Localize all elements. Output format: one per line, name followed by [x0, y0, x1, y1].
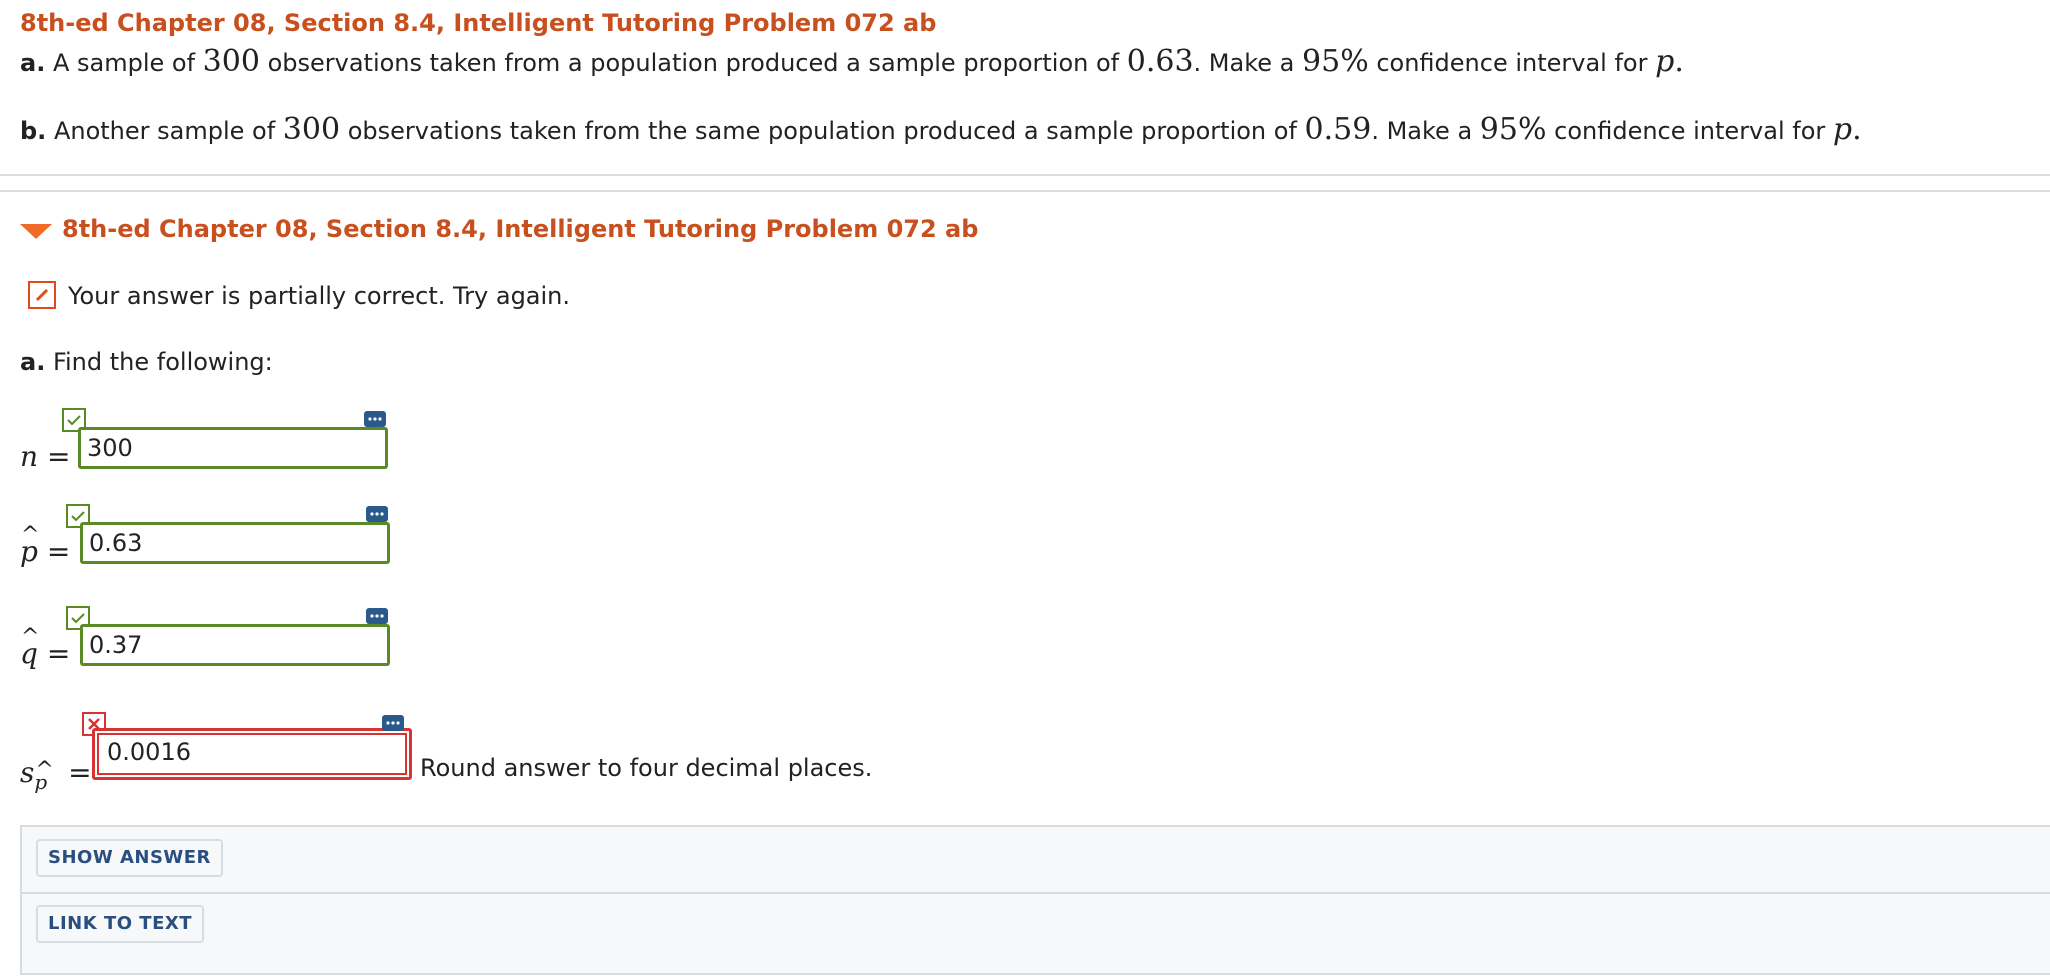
s-p-hat-label: sp =	[20, 756, 92, 794]
question-b-confidence: 95%	[1479, 112, 1547, 147]
question-a-n: 300	[202, 44, 260, 79]
equals-sign: =	[68, 756, 92, 789]
question-a-confidence: 95%	[1302, 44, 1369, 79]
n-input[interactable]: 300	[78, 427, 388, 469]
question-b-text: observations taken from the same populat…	[347, 117, 1297, 145]
p-hat-input[interactable]: 0.63	[80, 522, 390, 564]
collapse-triangle-icon[interactable]	[20, 224, 52, 239]
comment-bubble-icon[interactable]	[366, 608, 388, 624]
s-p-hat-input[interactable]: 0.0016	[92, 728, 412, 780]
question-a-text: observations taken from a population pro…	[267, 49, 1120, 77]
n-variable: n	[20, 440, 39, 473]
q-hat-input[interactable]: 0.37	[80, 624, 390, 666]
question-b-label: b.	[20, 117, 47, 145]
equals-sign: =	[46, 535, 71, 568]
p-hat-variable: p	[20, 523, 39, 568]
q-hat-variable: q	[20, 625, 39, 670]
question-b-p: 0.59	[1304, 112, 1372, 147]
question-a-text: confidence interval for	[1376, 49, 1648, 77]
help-panel: SHOW ANSWER LINK TO TEXT	[20, 825, 2050, 975]
question-b-text: Another sample of	[53, 117, 276, 145]
part-a-label: a.	[20, 348, 46, 376]
equals-sign: =	[46, 440, 71, 473]
section-title[interactable]: 8th-ed Chapter 08, Section 8.4, Intellig…	[62, 215, 978, 243]
question-b-period: .	[1852, 112, 1862, 147]
part-a-prompt: a. Find the following:	[20, 348, 273, 376]
question-b-var: p	[1832, 112, 1853, 147]
question-a-var: p	[1655, 44, 1675, 79]
s-variable: s	[20, 756, 35, 789]
question-a-text: A sample of	[52, 49, 196, 77]
n-label: n =	[20, 440, 70, 473]
divider	[0, 174, 2050, 176]
q-hat-label: q =	[20, 625, 71, 670]
divider	[22, 892, 2050, 894]
comment-bubble-icon[interactable]	[364, 411, 386, 427]
comment-bubble-icon[interactable]	[382, 715, 404, 731]
p-hat-subscript: p	[34, 758, 53, 794]
question-a-period: .	[1674, 44, 1684, 79]
pencil-icon	[28, 281, 56, 309]
question-b-text: . Make a	[1371, 117, 1473, 145]
question-b: b. Another sample of 300 observations ta…	[20, 112, 1862, 147]
comment-bubble-icon[interactable]	[366, 506, 388, 522]
question-b-text: confidence interval for	[1554, 117, 1826, 145]
question-a-label: a.	[20, 49, 46, 77]
divider	[0, 190, 2050, 192]
p-hat-label: p =	[20, 523, 71, 568]
question-b-n: 300	[282, 112, 341, 147]
part-a-text: Find the following:	[52, 348, 273, 376]
question-a: a. A sample of 300 observations taken fr…	[20, 44, 1684, 79]
equals-sign: =	[46, 637, 71, 670]
status-message: Your answer is partially correct. Try ag…	[68, 282, 571, 310]
rounding-instruction: Round answer to four decimal places.	[420, 754, 873, 782]
link-to-text-button[interactable]: LINK TO TEXT	[36, 905, 205, 943]
question-a-text: . Make a	[1193, 49, 1295, 77]
problem-title: 8th-ed Chapter 08, Section 8.4, Intellig…	[20, 9, 937, 37]
question-a-p: 0.63	[1126, 44, 1194, 79]
show-answer-button[interactable]: SHOW ANSWER	[36, 839, 223, 877]
